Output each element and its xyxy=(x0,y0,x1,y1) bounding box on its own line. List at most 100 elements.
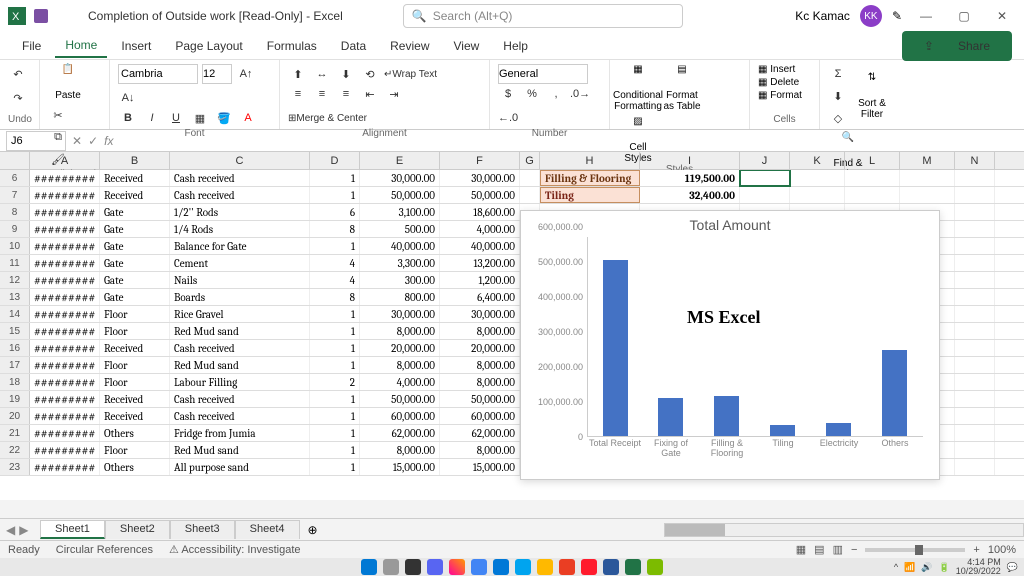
align-left-button[interactable]: ≡ xyxy=(288,84,308,104)
wrap-text-button[interactable]: ↵ Wrap Text xyxy=(384,64,437,84)
cancel-formula-icon[interactable]: ✕ xyxy=(72,134,82,148)
taskbar-chrome-icon[interactable] xyxy=(471,559,487,575)
fill-color-button[interactable]: 🪣 xyxy=(214,108,234,128)
row-header[interactable]: 19 xyxy=(0,391,30,407)
row-header[interactable]: 18 xyxy=(0,374,30,390)
cell[interactable]: 119,500.00 xyxy=(640,170,740,186)
column-header-B[interactable]: B xyxy=(100,152,170,169)
cell[interactable]: Gate xyxy=(100,255,170,271)
cell[interactable]: Labour Filling xyxy=(170,374,310,390)
cell[interactable]: Cash received xyxy=(170,340,310,356)
cell[interactable] xyxy=(955,221,995,237)
cell[interactable]: 1 xyxy=(310,238,360,254)
chart-bar[interactable] xyxy=(603,260,628,436)
column-header-K[interactable]: K xyxy=(790,152,845,169)
avatar[interactable]: KK xyxy=(860,5,882,27)
cell[interactable]: Received xyxy=(100,391,170,407)
cell[interactable]: ######### xyxy=(30,459,100,475)
cell[interactable]: 30,000.00 xyxy=(360,170,440,186)
cell[interactable]: 500.00 xyxy=(360,221,440,237)
menu-review[interactable]: Review xyxy=(380,35,439,57)
cell[interactable]: 2 xyxy=(310,374,360,390)
cell[interactable] xyxy=(955,425,995,441)
cell[interactable] xyxy=(845,170,900,186)
cell[interactable]: 300.00 xyxy=(360,272,440,288)
cell[interactable]: ######### xyxy=(30,289,100,305)
taskbar-edge-icon[interactable] xyxy=(493,559,509,575)
tray-chevron-icon[interactable]: ^ xyxy=(894,562,898,572)
align-center-button[interactable]: ≡ xyxy=(312,84,332,104)
align-top-button[interactable]: ⬆ xyxy=(288,64,308,84)
zoom-slider[interactable] xyxy=(865,548,965,552)
cell[interactable]: Gate xyxy=(100,289,170,305)
row-header[interactable]: 8 xyxy=(0,204,30,220)
increase-font-button[interactable]: A↑ xyxy=(236,64,256,84)
sheet-nav-prev[interactable]: ◀ xyxy=(6,523,15,537)
cell[interactable]: 1 xyxy=(310,187,360,203)
taskbar-excel-icon[interactable] xyxy=(625,559,641,575)
cell[interactable]: 1 xyxy=(310,442,360,458)
save-icon[interactable] xyxy=(34,9,48,23)
cell[interactable]: Cash received xyxy=(170,391,310,407)
cell[interactable]: 50,000.00 xyxy=(360,187,440,203)
chart-bar[interactable] xyxy=(714,396,739,436)
cell[interactable]: 8,000.00 xyxy=(360,357,440,373)
cell[interactable]: 8,000.00 xyxy=(360,323,440,339)
cell[interactable]: 1 xyxy=(310,408,360,424)
cell[interactable]: 60,000.00 xyxy=(440,408,520,424)
cell[interactable]: ######### xyxy=(30,170,100,186)
cell[interactable]: 4 xyxy=(310,255,360,271)
column-header-J[interactable]: J xyxy=(740,152,790,169)
column-header-D[interactable]: D xyxy=(310,152,360,169)
row-header[interactable]: 20 xyxy=(0,408,30,424)
tray-battery-icon[interactable]: 🔋 xyxy=(939,562,950,573)
zoom-out-button[interactable]: − xyxy=(851,544,857,556)
column-header-I[interactable]: I xyxy=(640,152,740,169)
column-header-C[interactable]: C xyxy=(170,152,310,169)
cell[interactable]: Floor xyxy=(100,323,170,339)
cell[interactable]: Balance for Gate xyxy=(170,238,310,254)
cell[interactable]: 32,400.00 xyxy=(640,187,740,203)
cell[interactable]: 1 xyxy=(310,306,360,322)
cell[interactable]: 8,000.00 xyxy=(360,442,440,458)
cell[interactable]: 50,000.00 xyxy=(440,391,520,407)
align-bottom-button[interactable]: ⬇ xyxy=(336,64,356,84)
cell[interactable]: 15,000.00 xyxy=(360,459,440,475)
border-button[interactable]: ▦ xyxy=(190,108,210,128)
column-header-H[interactable]: H xyxy=(540,152,640,169)
cell[interactable]: Red Mud sand xyxy=(170,323,310,339)
menu-home[interactable]: Home xyxy=(55,34,107,58)
cell[interactable] xyxy=(955,306,995,322)
redo-button[interactable]: ↷ xyxy=(8,88,28,108)
format-as-table-button[interactable]: ▤Format as Table xyxy=(662,64,702,112)
cell[interactable]: 18,600.00 xyxy=(440,204,520,220)
menu-help[interactable]: Help xyxy=(493,35,538,57)
cell[interactable] xyxy=(955,459,995,475)
cell[interactable] xyxy=(955,255,995,271)
column-header-E[interactable]: E xyxy=(360,152,440,169)
cell[interactable]: Cement xyxy=(170,255,310,271)
cell[interactable]: Tiling xyxy=(540,187,640,203)
notifications-icon[interactable]: 💬 xyxy=(1007,562,1018,573)
cell[interactable] xyxy=(740,170,790,186)
cell[interactable]: 1/2'' Rods xyxy=(170,204,310,220)
confirm-formula-icon[interactable]: ✓ xyxy=(88,134,98,148)
view-normal-button[interactable]: ▦ xyxy=(796,543,806,556)
cell[interactable]: 8,000.00 xyxy=(440,374,520,390)
cell[interactable]: 8 xyxy=(310,221,360,237)
cell[interactable] xyxy=(955,272,995,288)
cell[interactable]: Gate xyxy=(100,204,170,220)
decrease-indent-button[interactable]: ⇤ xyxy=(360,84,380,104)
cell[interactable]: 6 xyxy=(310,204,360,220)
cell[interactable]: ######### xyxy=(30,272,100,288)
taskbar-opera-icon[interactable] xyxy=(581,559,597,575)
tray-volume-icon[interactable]: 🔊 xyxy=(921,562,932,573)
cell[interactable] xyxy=(955,374,995,390)
cell[interactable] xyxy=(845,187,900,203)
cell[interactable]: 8 xyxy=(310,289,360,305)
font-size-select[interactable] xyxy=(202,64,232,84)
taskbar-app-icon[interactable] xyxy=(427,559,443,575)
zoom-in-button[interactable]: + xyxy=(973,544,979,556)
cell[interactable]: 1 xyxy=(310,459,360,475)
cell[interactable]: Red Mud sand xyxy=(170,442,310,458)
